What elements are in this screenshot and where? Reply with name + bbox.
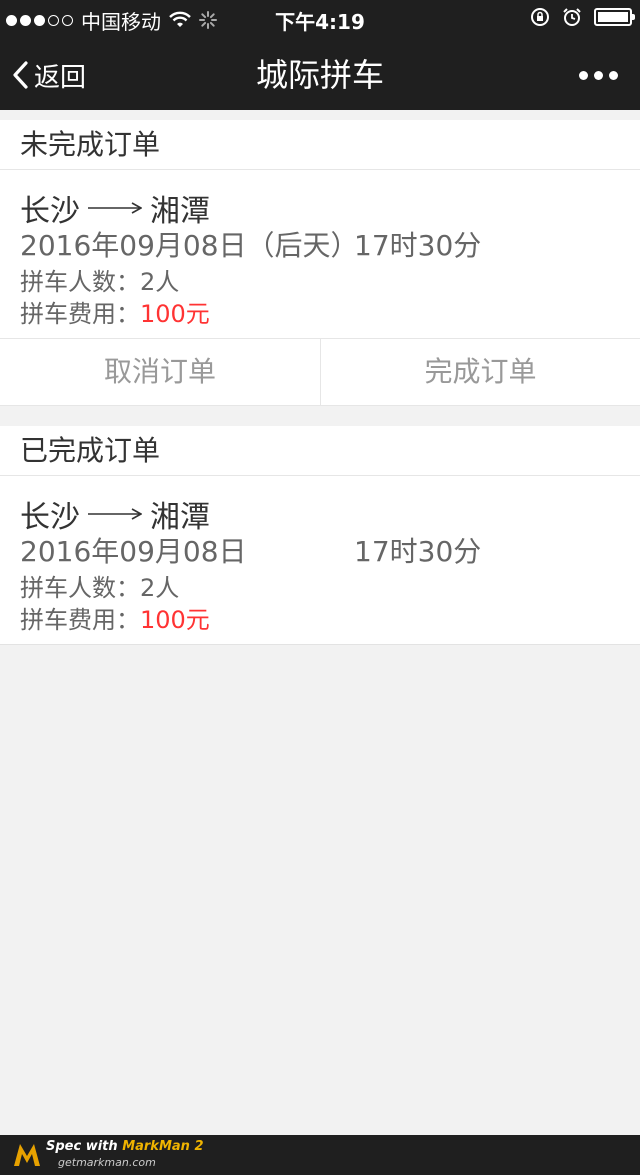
pending-order-card[interactable]: 长沙 湘潭 2016年09月08日（后天） 17时30分 拼车人数：2人 拼车费… bbox=[0, 170, 640, 339]
fare-value: 100元 bbox=[140, 300, 210, 328]
markman-footer: Spec with MarkMan 2 getmarkman.com bbox=[0, 1135, 640, 1175]
fare-label: 拼车费用： bbox=[20, 300, 140, 328]
markman-site[interactable]: getmarkman.com bbox=[58, 1156, 156, 1169]
fare-label: 拼车费用： bbox=[20, 606, 140, 634]
status-right bbox=[530, 7, 635, 27]
section-header-pending: 未完成订单 bbox=[0, 120, 640, 170]
cancel-order-button[interactable]: 取消订单 bbox=[0, 339, 320, 405]
completed-order-card[interactable]: 长沙 湘潭 2016年09月08日 17时30分 拼车人数：2人 拼车费用：10… bbox=[0, 476, 640, 645]
status-bar: 中国移动 下午4:19 bbox=[0, 0, 640, 40]
battery-icon bbox=[594, 8, 635, 26]
more-dot-icon bbox=[609, 70, 618, 80]
spec-prefix: Spec with bbox=[46, 1139, 123, 1154]
rotation-lock-icon bbox=[531, 8, 549, 26]
order-time: 17时30分 bbox=[354, 229, 482, 262]
order-date: 2016年09月08日 bbox=[20, 535, 247, 568]
more-menu-button[interactable] bbox=[579, 40, 618, 110]
passenger-count-label: 拼车人数： bbox=[20, 574, 140, 602]
passenger-count-value: 2人 bbox=[140, 574, 180, 602]
section-header-completed: 已完成订单 bbox=[0, 426, 640, 476]
fare-row: 拼车费用：100元 bbox=[20, 600, 210, 635]
passenger-count-row: 拼车人数：2人 bbox=[20, 568, 179, 603]
more-dot-icon bbox=[594, 70, 603, 80]
passenger-count-row: 拼车人数：2人 bbox=[20, 262, 179, 297]
arrow-right-icon bbox=[88, 202, 142, 214]
markman-logo-icon bbox=[14, 1144, 40, 1166]
nav-bar: 返回 城际拼车 bbox=[0, 40, 640, 110]
order-actions: 取消订单 完成订单 bbox=[0, 338, 640, 406]
alarm-icon bbox=[563, 8, 581, 26]
arrow-right-icon bbox=[88, 508, 142, 520]
markman-brand: MarkMan 2 bbox=[122, 1139, 204, 1154]
more-dot-icon bbox=[579, 70, 588, 80]
complete-order-button[interactable]: 完成订单 bbox=[320, 339, 640, 405]
markman-spec-text: Spec with MarkMan 2 bbox=[46, 1139, 204, 1154]
passenger-count-label: 拼车人数： bbox=[20, 268, 140, 296]
order-date: 2016年09月08日（后天） bbox=[20, 229, 359, 262]
page-title: 城际拼车 bbox=[255, 56, 384, 94]
order-time: 17时30分 bbox=[354, 535, 482, 568]
passenger-count-value: 2人 bbox=[140, 268, 180, 296]
fare-value: 100元 bbox=[140, 606, 210, 634]
fare-row: 拼车费用：100元 bbox=[20, 294, 210, 329]
